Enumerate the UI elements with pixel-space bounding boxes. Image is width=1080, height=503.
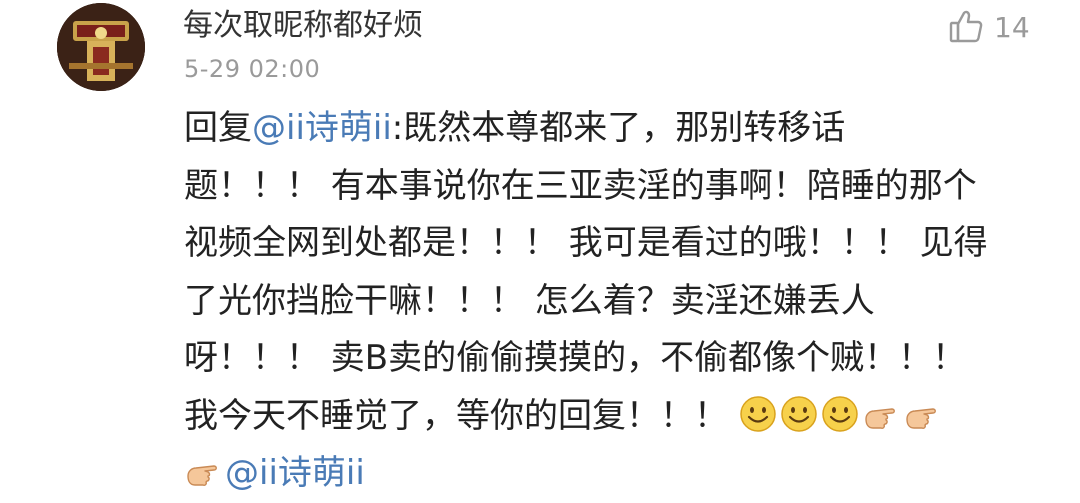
like-count: 14 [994, 11, 1030, 44]
comment-line: 题！！！ 有本事说你在三亚卖淫的事啊！陪睡的那个 [184, 158, 1064, 216]
smile-emoji-icon [821, 395, 859, 433]
username[interactable]: 每次取昵称都好烦 [183, 4, 423, 48]
comment-text: 我今天不睡觉了，等你的回复！！！ [184, 395, 728, 436]
comment-line: 回复@ii诗萌ii:既然本尊都来了，那别转移话 [184, 100, 1064, 158]
thumbs-up-icon [948, 8, 984, 48]
smile-emoji-icon [739, 395, 777, 433]
comment-line: @ii诗萌ii [184, 445, 1064, 503]
pointing-hand-emoji-icon [184, 452, 222, 490]
comment-text: 视频全网到处都是！！！ 我可是看过的哦！！！ 见得 [184, 223, 988, 263]
reply-prefix: 回复 [184, 108, 252, 148]
pointing-hand-emoji-icon [862, 395, 900, 433]
comment-body: 回复@ii诗萌ii:既然本尊都来了，那别转移话 题！！！ 有本事说你在三亚卖淫的… [184, 100, 1064, 503]
comment-line: 了光你挡脸干嘛！！！ 怎么着？卖淫还嫌丢人 [184, 273, 1064, 331]
comment-timestamp: 5-29 02:00 [184, 55, 321, 83]
comment-line: 呀！！！ 卖B卖的偷偷摸摸的，不偷都像个贼！！！ [184, 330, 1064, 388]
pointing-hand-emoji-icon [903, 395, 941, 433]
comment-text: 呀！！！ 卖B卖的偷偷摸摸的，不偷都像个贼！！！ [184, 338, 967, 378]
mention-link[interactable]: @ii诗萌ii [225, 453, 365, 493]
smile-emoji-icon [780, 395, 818, 433]
mention-link[interactable]: @ii诗萌ii [252, 108, 392, 148]
user-avatar[interactable] [57, 3, 145, 91]
comment-line: 视频全网到处都是！！！ 我可是看过的哦！！！ 见得 [184, 215, 1064, 273]
comment-text: :既然本尊都来了，那别转移话 [391, 108, 846, 148]
like-button[interactable]: 14 [948, 8, 1030, 48]
comment-text: 了光你挡脸干嘛！！！ 怎么着？卖淫还嫌丢人 [184, 280, 875, 321]
comment-line: 我今天不睡觉了，等你的回复！！！ [184, 388, 1064, 446]
comment-text: 题！！！ 有本事说你在三亚卖淫的事啊！陪睡的那个 [184, 165, 977, 206]
